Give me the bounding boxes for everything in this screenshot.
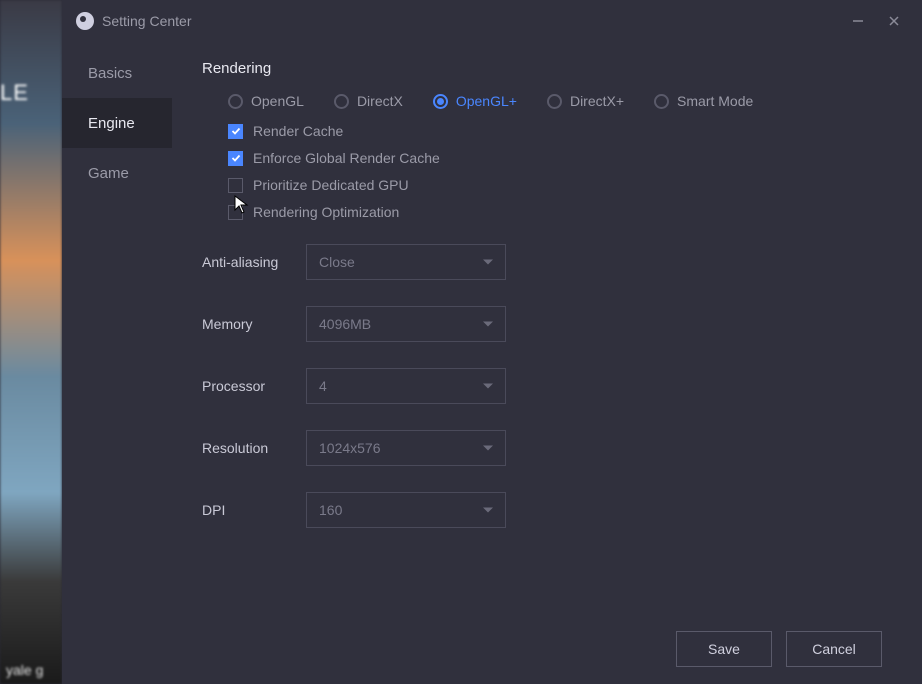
radio-opengl[interactable]: OpenGL (228, 93, 304, 109)
checkbox-label: Rendering Optimization (253, 204, 399, 220)
select-value: 4096MB (319, 316, 371, 332)
radio-label: OpenGL+ (456, 93, 517, 109)
label-anti-aliasing: Anti-aliasing (202, 254, 306, 270)
checkbox-box-icon (228, 124, 243, 139)
radio-opengl-plus[interactable]: OpenGL+ (433, 93, 517, 109)
select-value: 4 (319, 378, 327, 394)
radio-label: DirectX (357, 93, 403, 109)
bg-partial-text-bottom: yale g (6, 662, 43, 678)
save-button[interactable]: Save (676, 631, 772, 667)
checkbox-box-icon (228, 151, 243, 166)
bg-partial-text-top: LE (0, 80, 29, 106)
select-processor[interactable]: 4 (306, 368, 506, 404)
checkbox-box-icon (228, 178, 243, 193)
button-label: Cancel (812, 641, 856, 657)
window-title: Setting Center (102, 13, 192, 29)
background-strip: LE yale g (0, 0, 62, 684)
radio-label: DirectX+ (570, 93, 624, 109)
select-value: Close (319, 254, 355, 270)
minimize-icon (852, 15, 864, 27)
select-resolution[interactable]: 1024x576 (306, 430, 506, 466)
label-processor: Processor (202, 378, 306, 394)
close-button[interactable] (880, 7, 908, 35)
settings-panel: Rendering OpenGL DirectX OpenGL+ DirectX… (172, 42, 922, 614)
cancel-button[interactable]: Cancel (786, 631, 882, 667)
chevron-down-icon (483, 508, 493, 513)
label-dpi: DPI (202, 502, 306, 518)
radio-label: OpenGL (251, 93, 304, 109)
radio-label: Smart Mode (677, 93, 753, 109)
checkbox-prioritize-dedicated-gpu[interactable]: Prioritize Dedicated GPU (228, 177, 892, 193)
sidebar-item-label: Engine (88, 115, 135, 132)
select-memory[interactable]: 4096MB (306, 306, 506, 342)
chevron-down-icon (483, 260, 493, 265)
checkbox-label: Prioritize Dedicated GPU (253, 177, 409, 193)
checkbox-label: Render Cache (253, 123, 343, 139)
radio-dot-icon (433, 94, 448, 109)
minimize-button[interactable] (844, 7, 872, 35)
radio-dot-icon (547, 94, 562, 109)
sidebar-item-label: Game (88, 165, 129, 182)
section-title-rendering: Rendering (202, 60, 892, 77)
checkbox-label: Enforce Global Render Cache (253, 150, 440, 166)
radio-dot-icon (654, 94, 669, 109)
select-dpi[interactable]: 160 (306, 492, 506, 528)
checkbox-box-icon (228, 205, 243, 220)
checkbox-enforce-global-render-cache[interactable]: Enforce Global Render Cache (228, 150, 892, 166)
sidebar-item-game[interactable]: Game (62, 148, 172, 198)
sidebar-item-engine[interactable]: Engine (62, 98, 172, 148)
close-icon (888, 15, 900, 27)
chevron-down-icon (483, 446, 493, 451)
label-resolution: Resolution (202, 440, 306, 456)
select-value: 1024x576 (319, 440, 381, 456)
settings-dialog: Setting Center Basics Engine Game Render… (62, 0, 922, 684)
radio-directx-plus[interactable]: DirectX+ (547, 93, 624, 109)
sidebar-item-label: Basics (88, 65, 132, 82)
sidebar: Basics Engine Game (62, 42, 172, 614)
rendering-mode-radio-group: OpenGL DirectX OpenGL+ DirectX+ Smart Mo… (228, 93, 892, 109)
sidebar-item-basics[interactable]: Basics (62, 48, 172, 98)
checkbox-render-cache[interactable]: Render Cache (228, 123, 892, 139)
select-value: 160 (319, 502, 342, 518)
radio-dot-icon (228, 94, 243, 109)
radio-smart-mode[interactable]: Smart Mode (654, 93, 753, 109)
titlebar: Setting Center (62, 0, 922, 42)
radio-dot-icon (334, 94, 349, 109)
label-memory: Memory (202, 316, 306, 332)
dialog-footer: Save Cancel (62, 614, 922, 684)
chevron-down-icon (483, 322, 493, 327)
button-label: Save (708, 641, 740, 657)
app-logo-icon (76, 12, 94, 30)
select-anti-aliasing[interactable]: Close (306, 244, 506, 280)
chevron-down-icon (483, 384, 493, 389)
checkbox-rendering-optimization[interactable]: Rendering Optimization (228, 204, 892, 220)
radio-directx[interactable]: DirectX (334, 93, 403, 109)
